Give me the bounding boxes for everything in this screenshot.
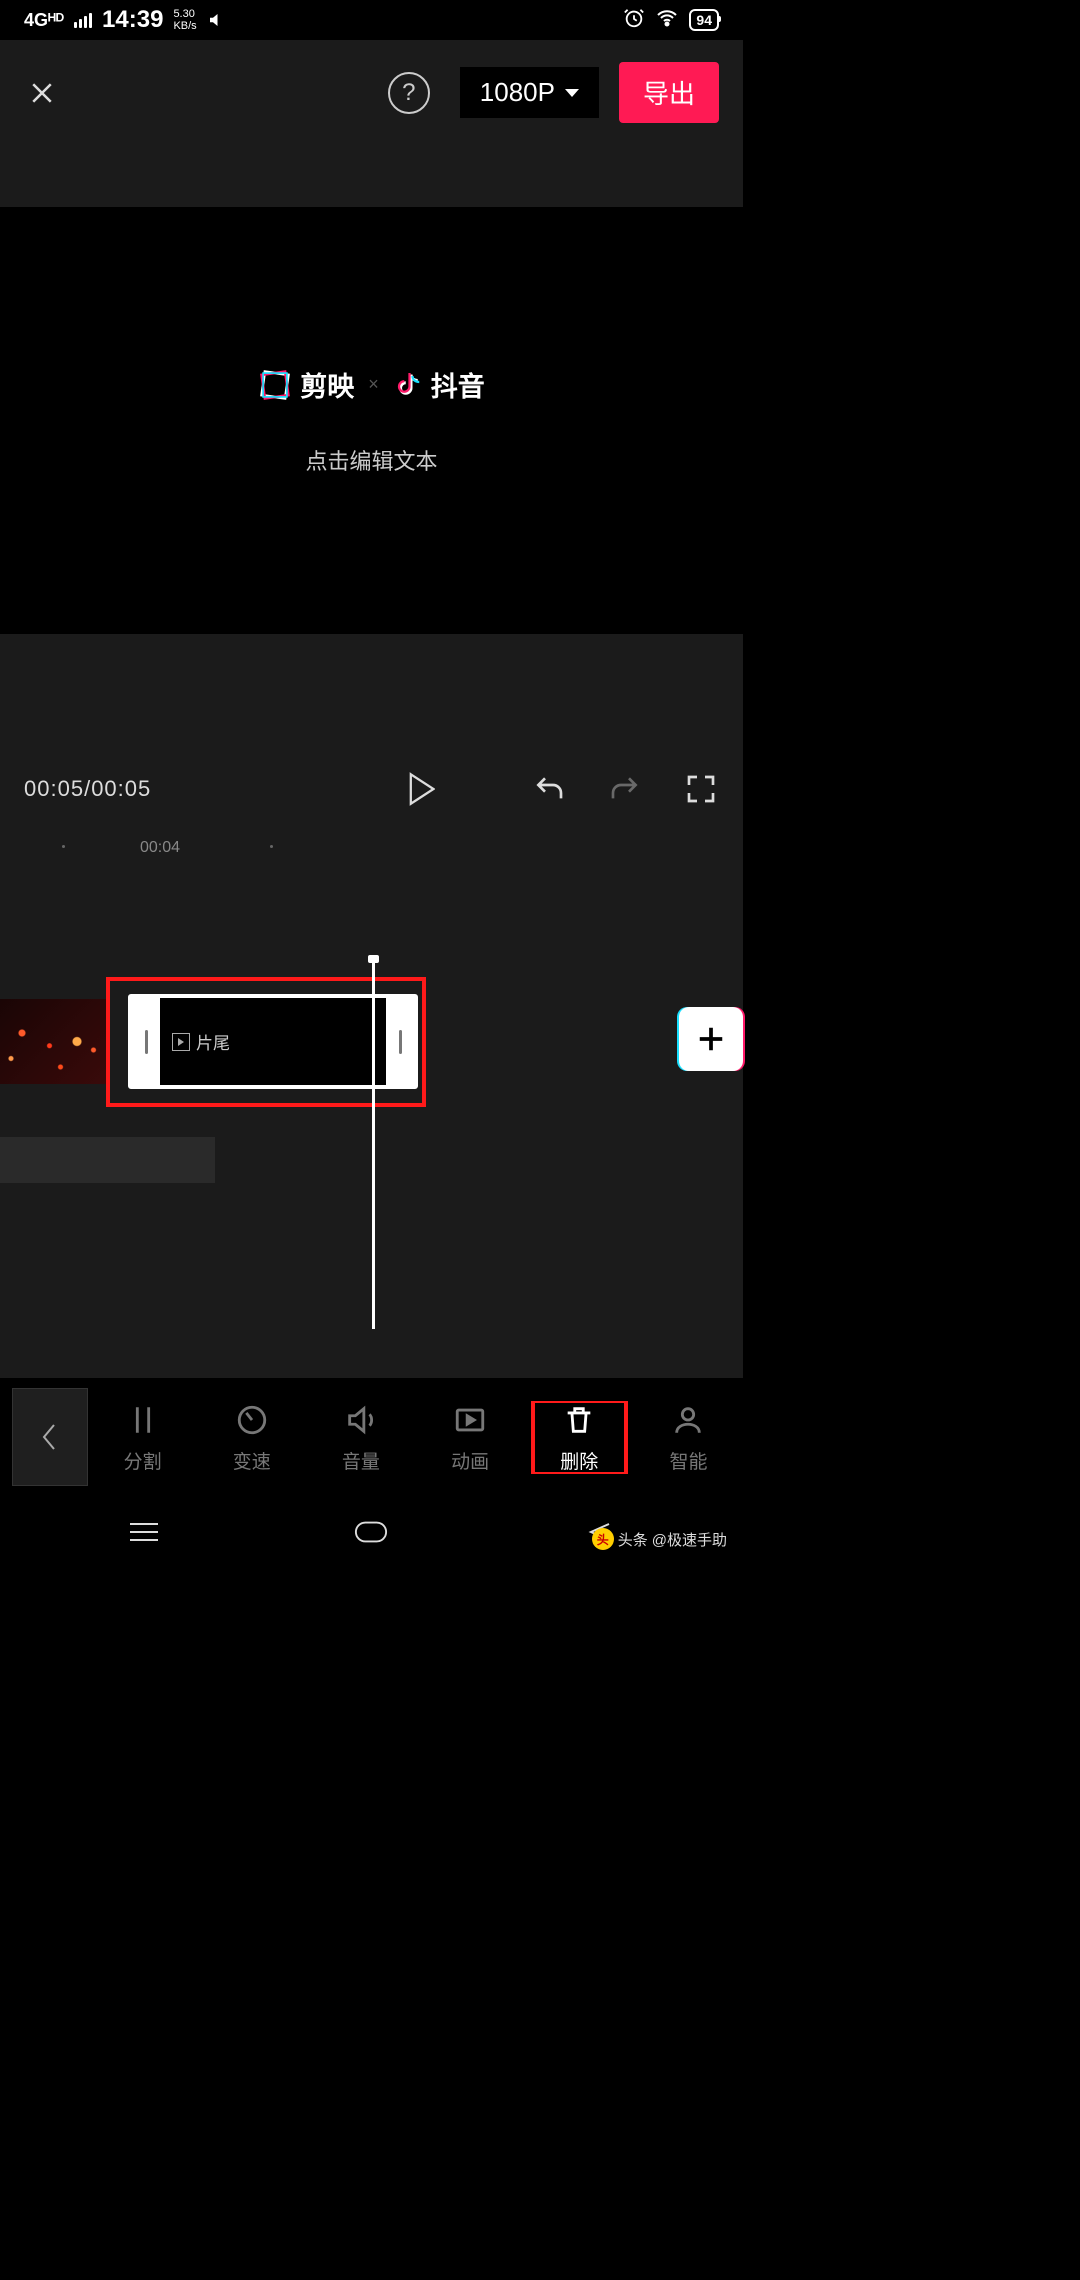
douyin-logo-icon <box>393 370 423 400</box>
tool-split[interactable]: 分割 <box>88 1401 197 1474</box>
volume-icon <box>342 1401 380 1439</box>
toolbar-back-button[interactable] <box>12 1388 88 1486</box>
editor-header: ? 1080P 导出 <box>0 40 743 145</box>
undo-button[interactable] <box>531 771 567 807</box>
playback-controls: 00:05/00:05 <box>0 749 743 829</box>
watermark: 头 头条 @极速手助 <box>592 1528 727 1550</box>
chevron-down-icon <box>565 89 579 97</box>
video-clip-thumbnail[interactable] <box>0 999 110 1084</box>
tool-label: 变速 <box>233 1447 271 1474</box>
network-type: 4Gᴴᴰ <box>24 10 64 31</box>
tool-label: 音量 <box>342 1447 380 1474</box>
timeline[interactable]: 00:04 片尾 <box>0 829 743 1389</box>
status-bar: 4Gᴴᴰ 14:39 5.30 KB/s 94 <box>0 0 743 40</box>
tool-volume[interactable]: 音量 <box>306 1401 415 1474</box>
tool-label: 分割 <box>124 1447 162 1474</box>
close-button[interactable] <box>24 75 60 111</box>
status-time: 14:39 <box>102 6 163 34</box>
resolution-select[interactable]: 1080P <box>460 67 599 118</box>
brand-row: 剪映 × 抖音 <box>258 365 485 404</box>
wifi-icon <box>655 6 679 35</box>
tool-label: 删除 <box>560 1447 598 1474</box>
bottom-toolbar: 分割 变速 音量 动画 删除 智能 <box>0 1378 743 1496</box>
jianying-logo-icon <box>258 368 292 402</box>
animation-icon <box>451 1401 489 1439</box>
time-ruler: 00:04 <box>0 829 743 869</box>
add-clip-button[interactable] <box>679 1007 743 1071</box>
export-button[interactable]: 导出 <box>619 62 719 123</box>
volume-mute-icon <box>207 11 225 29</box>
alarm-icon <box>623 7 645 34</box>
tool-animation[interactable]: 动画 <box>416 1401 525 1474</box>
signal-icon <box>74 13 92 28</box>
split-icon <box>124 1401 162 1439</box>
tool-delete[interactable]: 删除 <box>525 1401 634 1474</box>
tool-speed[interactable]: 变速 <box>197 1401 306 1474</box>
delete-icon <box>560 1401 598 1439</box>
tool-label: 智能 <box>669 1447 707 1474</box>
tool-smart[interactable]: 智能 <box>634 1401 743 1474</box>
ending-clip-label: 片尾 <box>196 1029 230 1054</box>
network-speed: 5.30 KB/s <box>173 8 196 32</box>
video-preview[interactable]: 剪映 × 抖音 点击编辑文本 <box>0 207 743 634</box>
nav-menu-icon[interactable] <box>127 1515 161 1549</box>
time-display: 00:05/00:05 <box>24 776 151 802</box>
speed-icon <box>233 1401 271 1439</box>
clip-handle-left[interactable] <box>132 998 160 1085</box>
clip-handle-right[interactable] <box>386 998 414 1085</box>
audio-track-placeholder[interactable] <box>0 1137 215 1183</box>
edit-text-prompt[interactable]: 点击编辑文本 <box>305 444 437 476</box>
redo-button[interactable] <box>607 771 643 807</box>
nav-home-icon[interactable] <box>354 1515 388 1549</box>
play-outline-icon <box>172 1033 190 1051</box>
smart-icon <box>669 1401 707 1439</box>
play-button[interactable] <box>403 771 439 807</box>
playhead[interactable] <box>372 959 375 1329</box>
resolution-value: 1080P <box>480 77 555 108</box>
fullscreen-button[interactable] <box>683 771 719 807</box>
battery-indicator: 94 <box>689 9 719 31</box>
help-button[interactable]: ? <box>388 72 430 114</box>
tool-label: 动画 <box>451 1447 489 1474</box>
